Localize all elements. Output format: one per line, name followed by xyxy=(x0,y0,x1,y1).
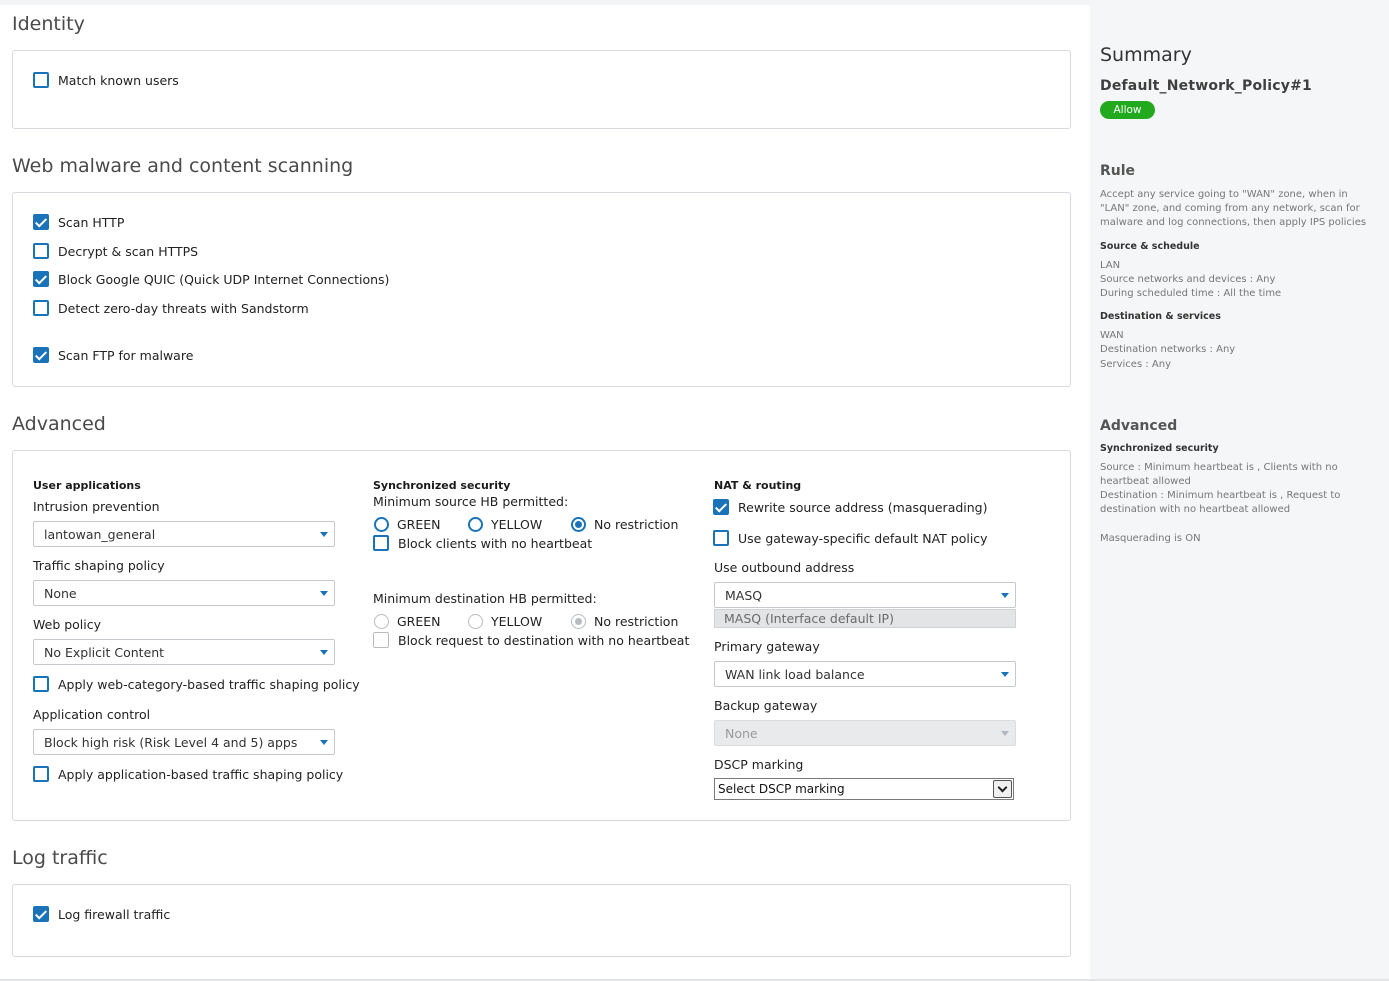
chevron-down-icon xyxy=(1001,672,1009,677)
primary-gateway-select[interactable]: WAN link load balance xyxy=(714,661,1016,687)
backup-gateway-label: Backup gateway xyxy=(714,698,818,713)
section-title-advanced: Advanced xyxy=(12,413,106,435)
ips-select[interactable]: lantowan_general xyxy=(33,521,335,547)
apply-web-category-checkbox[interactable]: Apply web-category-based traffic shaping… xyxy=(33,676,360,692)
radio-selected-icon[interactable] xyxy=(571,517,586,532)
policy-form: Identity Match known users Web malware a… xyxy=(0,0,1090,981)
app-control-select[interactable]: Block high risk (Risk Level 4 and 5) app… xyxy=(33,729,335,755)
schedule: During scheduled time : All the time xyxy=(1100,288,1282,299)
chevron-down-icon xyxy=(1001,593,1009,598)
shaping-select[interactable]: None xyxy=(33,580,335,606)
summary-sync-heading: Synchronized security xyxy=(1100,443,1219,454)
decrypt-https-checkbox[interactable]: Decrypt & scan HTTPS xyxy=(33,243,198,259)
checkbox-checked-icon[interactable] xyxy=(33,214,49,230)
zero-day-checkbox[interactable]: Detect zero-day threats with Sandstorm xyxy=(33,300,309,316)
summary-panel: Summary Default_Network_Policy#1 Allow R… xyxy=(1090,0,1389,981)
shaping-label: Traffic shaping policy xyxy=(33,558,165,573)
source-zone: LAN xyxy=(1100,260,1121,271)
rule-description: Accept any service going to "WAN" zone, … xyxy=(1100,189,1367,228)
top-edge xyxy=(0,0,1090,5)
checkbox-icon[interactable] xyxy=(33,243,49,259)
dscp-select[interactable]: Select DSCP marking xyxy=(714,778,1014,800)
chevron-down-icon xyxy=(320,591,328,596)
checkbox-checked-icon[interactable] xyxy=(33,347,49,363)
radio-disabled-selected-icon[interactable] xyxy=(571,614,586,629)
block-request-checkbox[interactable]: Block request to destination with no hea… xyxy=(373,632,689,648)
dst-no-restriction-radio[interactable]: No restriction xyxy=(571,614,678,629)
dest-services-heading: Destination & services xyxy=(1100,311,1221,322)
section-title-web: Web malware and content scanning xyxy=(12,155,354,177)
services: Services : Any xyxy=(1100,359,1171,370)
policy-name: Default_Network_Policy#1 xyxy=(1100,78,1312,94)
source-schedule-heading: Source & schedule xyxy=(1100,241,1200,252)
min-source-hb-label: Minimum source HB permitted: xyxy=(373,494,569,509)
outbound-address-hint[interactable]: MASQ (Interface default IP) xyxy=(714,609,1016,628)
rewrite-source-checkbox[interactable]: Rewrite source address (masquerading) xyxy=(713,499,988,515)
sync-source-text: Source : Minimum heartbeat is , Clients … xyxy=(1100,462,1338,487)
masquerading-text: Masquerading is ON xyxy=(1100,533,1201,544)
dscp-label: DSCP marking xyxy=(714,757,804,772)
dst-green-radio[interactable]: GREEN xyxy=(374,614,441,629)
summary-title: Summary xyxy=(1100,44,1192,66)
rule-heading: Rule xyxy=(1100,163,1136,179)
src-green-radio[interactable]: GREEN xyxy=(374,517,441,532)
action-badge: Allow xyxy=(1100,101,1155,119)
web-policy-select[interactable]: No Explicit Content xyxy=(33,639,335,665)
app-control-label: Application control xyxy=(33,707,151,722)
checkbox-checked-icon[interactable] xyxy=(713,499,729,515)
chevron-down-icon xyxy=(320,740,328,745)
apply-app-shaping-checkbox[interactable]: Apply application-based traffic shaping … xyxy=(33,766,343,782)
primary-gateway-label: Primary gateway xyxy=(714,639,820,654)
scan-http-checkbox[interactable]: Scan HTTP xyxy=(33,214,124,230)
section-title-identity: Identity xyxy=(12,13,85,35)
dest-networks: Destination networks : Any xyxy=(1100,344,1236,355)
identity-card: Match known users xyxy=(12,50,1071,129)
log-traffic-card: Log firewall traffic xyxy=(12,884,1071,957)
block-clients-checkbox[interactable]: Block clients with no heartbeat xyxy=(373,535,592,551)
dst-yellow-radio[interactable]: YELLOW xyxy=(468,614,542,629)
log-firewall-checkbox[interactable]: Log firewall traffic xyxy=(33,906,170,922)
checkbox-icon[interactable] xyxy=(373,535,389,551)
min-dest-hb-label: Minimum destination HB permitted: xyxy=(373,591,597,606)
chevron-down-icon xyxy=(320,650,328,655)
web-policy-label: Web policy xyxy=(33,617,102,632)
outbound-address-label: Use outbound address xyxy=(714,560,855,575)
match-known-users-checkbox[interactable]: Match known users xyxy=(33,72,179,88)
src-no-restriction-radio[interactable]: No restriction xyxy=(571,517,678,532)
web-scanning-card: Scan HTTP Decrypt & scan HTTPS Block Goo… xyxy=(12,192,1071,387)
block-quic-checkbox[interactable]: Block Google QUIC (Quick UDP Internet Co… xyxy=(33,271,389,287)
sync-security-heading: Synchronized security xyxy=(373,479,511,492)
checkbox-icon[interactable] xyxy=(33,300,49,316)
source-networks: Source networks and devices : Any xyxy=(1100,274,1276,285)
checkbox-icon[interactable] xyxy=(33,72,49,88)
nat-routing-heading: NAT & routing xyxy=(714,479,802,492)
scan-ftp-checkbox[interactable]: Scan FTP for malware xyxy=(33,347,193,363)
radio-disabled-icon[interactable] xyxy=(468,614,483,629)
dest-zone: WAN xyxy=(1100,330,1124,341)
outbound-address-select[interactable]: MASQ xyxy=(714,582,1016,608)
section-title-log: Log traffic xyxy=(12,847,108,869)
gateway-nat-checkbox[interactable]: Use gateway-specific default NAT policy xyxy=(713,530,988,546)
summary-advanced-heading: Advanced xyxy=(1100,418,1178,434)
user-applications-heading: User applications xyxy=(33,479,141,492)
ips-label: Intrusion prevention xyxy=(33,499,160,514)
checkbox-checked-icon[interactable] xyxy=(33,906,49,922)
checkbox-checked-icon[interactable] xyxy=(33,271,49,287)
radio-icon[interactable] xyxy=(468,517,483,532)
advanced-card: User applications Intrusion prevention l… xyxy=(12,450,1071,821)
dropdown-arrow-icon[interactable] xyxy=(993,780,1012,798)
radio-disabled-icon[interactable] xyxy=(374,614,389,629)
checkbox-icon[interactable] xyxy=(33,766,49,782)
chevron-down-icon xyxy=(320,532,328,537)
checkbox-icon[interactable] xyxy=(713,530,729,546)
src-yellow-radio[interactable]: YELLOW xyxy=(468,517,542,532)
radio-icon[interactable] xyxy=(374,517,389,532)
checkbox-disabled-icon[interactable] xyxy=(373,632,389,648)
sync-dest-text: Destination : Minimum heartbeat is , Req… xyxy=(1100,490,1341,515)
checkbox-icon[interactable] xyxy=(33,676,49,692)
backup-gateway-select[interactable]: None xyxy=(714,720,1016,746)
chevron-down-icon xyxy=(1001,731,1009,736)
